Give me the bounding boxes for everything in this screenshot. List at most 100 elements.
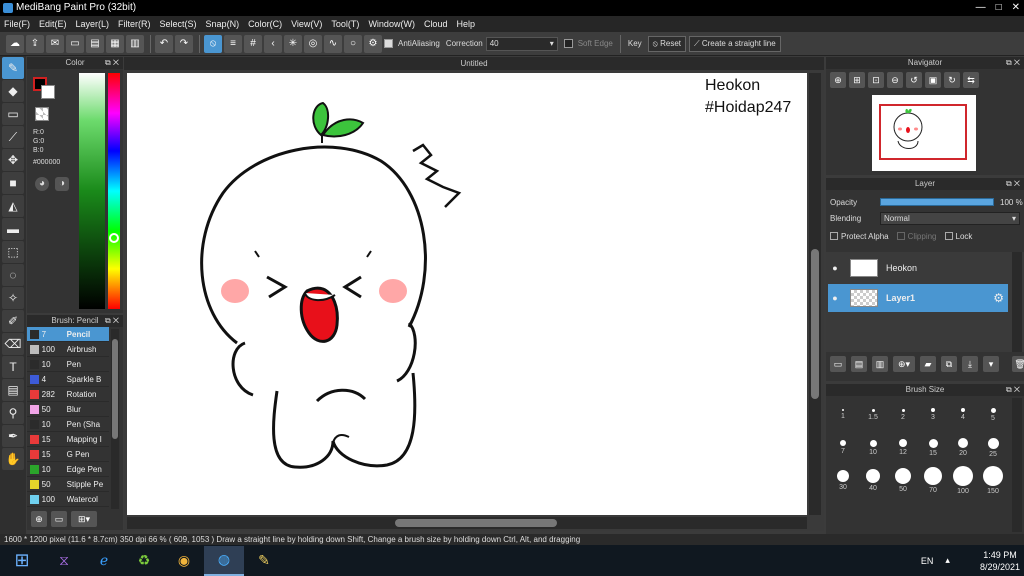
snap-ellipse-icon[interactable]: ○ [344, 34, 362, 53]
internet-explorer-icon[interactable]: ℯ [84, 546, 124, 576]
menu-file[interactable]: File(F) [4, 19, 30, 29]
horizontal-scrollbar[interactable] [127, 517, 807, 529]
brush-item[interactable]: 100 Airbrush [27, 342, 109, 357]
flip-icon[interactable]: ⇆ [963, 72, 979, 88]
brush-item[interactable]: 282 Rotation [27, 387, 109, 402]
tray-arrow-icon[interactable]: ▴ [945, 555, 950, 566]
rect-tool-icon[interactable]: ▭ [2, 103, 24, 125]
visibility-icon[interactable]: ● [828, 263, 842, 273]
hand-tool-icon[interactable]: ✋ [2, 448, 24, 470]
medibang-taskbar-icon[interactable]: ◍ [204, 545, 244, 576]
layer-item-heokon[interactable]: ● Heokon [828, 254, 1008, 282]
brush-scrollbar[interactable] [111, 329, 119, 509]
brush-size-option[interactable]: 5 [978, 398, 1008, 431]
menu-tool[interactable]: Tool(T) [331, 19, 359, 29]
zoom-out-icon[interactable]: ⊖ [887, 72, 903, 88]
brush-size-option[interactable]: 30 [828, 464, 858, 497]
menu-snap[interactable]: Snap(N) [206, 19, 240, 29]
zoom-in-icon[interactable]: ⊕ [830, 72, 846, 88]
brush-menu-icon[interactable]: ⊞▾ [71, 511, 97, 527]
divide-tool-icon[interactable]: ▤ [2, 379, 24, 401]
layer-scrollbar[interactable] [1012, 252, 1022, 352]
duplicate-layer-icon[interactable]: ⧉ [941, 356, 957, 372]
snap-settings-icon[interactable]: ⚙ [364, 34, 382, 53]
grid-icon[interactable]: ▦ [106, 34, 124, 53]
delete-layer-icon[interactable]: 🗑 [1012, 356, 1024, 372]
brush-item[interactable]: 7 Pencil [27, 327, 109, 342]
layer-settings-icon[interactable]: ⚙ [993, 291, 1004, 305]
snap-off-icon[interactable]: ⦸ [204, 34, 222, 53]
brush-size-option[interactable]: 3 [918, 398, 948, 431]
brush-size-scrollbar[interactable] [1012, 398, 1022, 532]
menu-window[interactable]: Window(W) [368, 19, 415, 29]
blending-select[interactable]: Normal ▾ [880, 211, 1020, 225]
new-8bit-layer-icon[interactable]: ▥ [872, 356, 888, 372]
hue-slider[interactable] [108, 73, 120, 309]
brush-item[interactable]: 50 Blur [27, 402, 109, 417]
canvas-tab[interactable]: Untitled [124, 57, 824, 70]
brush-size-option[interactable]: 15 [918, 431, 948, 464]
brush-size-option[interactable]: 12 [888, 431, 918, 464]
text-tool-icon[interactable]: T [2, 356, 24, 378]
brush-item[interactable]: 10 Edge Pen [27, 462, 109, 477]
eyedropper-icon[interactable]: ⚲ [2, 402, 24, 424]
menu-select[interactable]: Select(S) [160, 19, 197, 29]
app-green-icon[interactable]: ♻ [124, 546, 164, 576]
new-layer-icon[interactable]: ▭ [830, 356, 846, 372]
saturation-value-picker[interactable] [79, 73, 105, 309]
clipping-checkbox[interactable]: Clipping [896, 232, 937, 241]
straight-line-button[interactable]: ⟋ Create a straight line [689, 35, 781, 52]
brush-size-option[interactable]: 70 [918, 464, 948, 497]
brush-size-option[interactable]: 25 [978, 431, 1008, 464]
move-tool-icon[interactable]: ✥ [2, 149, 24, 171]
brush-size-option[interactable]: 2 [888, 398, 918, 431]
brush-size-option[interactable]: 1 [828, 398, 858, 431]
reset-button[interactable]: ⦸ Reset [647, 35, 687, 52]
brush-size-option[interactable]: 50 [888, 464, 918, 497]
layer-item-layer1[interactable]: ● Layer1 ⚙ [828, 284, 1008, 312]
snap-cross-icon[interactable]: # [244, 34, 262, 53]
opacity-slider[interactable] [880, 198, 994, 206]
select-pen-icon[interactable]: ✐ [2, 310, 24, 332]
visibility-icon[interactable]: ● [828, 293, 842, 303]
palette-icon[interactable]: ◕ [35, 177, 49, 191]
undo-icon[interactable]: ↶ [155, 34, 173, 53]
save-icon[interactable]: ▤ [86, 34, 104, 53]
comment-icon[interactable]: ✉ [46, 34, 64, 53]
navigator-viewport-frame[interactable] [879, 104, 967, 160]
eyedropper-alt-icon[interactable]: ✒ [2, 425, 24, 447]
minimize-button[interactable]: — [976, 0, 986, 16]
line-tool-icon[interactable]: ⟋ [2, 126, 24, 148]
share-icon[interactable]: ⇪ [26, 34, 44, 53]
start-button-icon[interactable]: ⊞ [0, 546, 44, 576]
brush-size-option[interactable]: 7 [828, 431, 858, 464]
background-swatch[interactable] [41, 85, 55, 99]
horizontal-scroll-thumb[interactable] [395, 519, 557, 527]
menu-help[interactable]: Help [456, 19, 475, 29]
new-halftone-layer-icon[interactable]: ▤ [851, 356, 867, 372]
chrome-icon[interactable]: ◉ [164, 546, 204, 576]
panel-close-icon[interactable]: ⧉ ✕ [1006, 384, 1020, 396]
paint-icon[interactable]: ✎ [244, 546, 284, 576]
snap-circle-icon[interactable]: ◎ [304, 34, 322, 53]
menu-color[interactable]: Color(C) [248, 19, 282, 29]
panel-close-icon[interactable]: ⧉ ✕ [1006, 178, 1020, 190]
menu-cloud[interactable]: Cloud [424, 19, 448, 29]
snap-parallel-icon[interactable]: ≡ [224, 34, 242, 53]
clock[interactable]: 1:49 PM 8/29/2021 [980, 549, 1020, 573]
brush-size-option[interactable]: 150 [978, 464, 1008, 497]
protect-alpha-checkbox[interactable]: Protect Alpha [830, 232, 889, 241]
add-layer-menu-icon[interactable]: ⊕▾ [893, 356, 915, 372]
rotate-right-icon[interactable]: ↻ [944, 72, 960, 88]
snap-curve-icon[interactable]: ∿ [324, 34, 342, 53]
transparent-swatch[interactable] [35, 107, 49, 121]
brush-size-option[interactable]: 100 [948, 464, 978, 497]
brush-item[interactable]: 15 Mapping I [27, 432, 109, 447]
vertical-scrollbar[interactable] [809, 73, 821, 515]
layers-icon[interactable]: ▥ [126, 34, 144, 53]
new-brush-icon[interactable]: ▭ [51, 511, 67, 527]
lock-checkbox[interactable]: Lock [944, 232, 972, 241]
fit-window-icon[interactable]: ⊡ [868, 72, 884, 88]
panel-close-icon[interactable]: ⧉ ✕ [105, 315, 119, 327]
menu-edit[interactable]: Edit(E) [39, 19, 67, 29]
